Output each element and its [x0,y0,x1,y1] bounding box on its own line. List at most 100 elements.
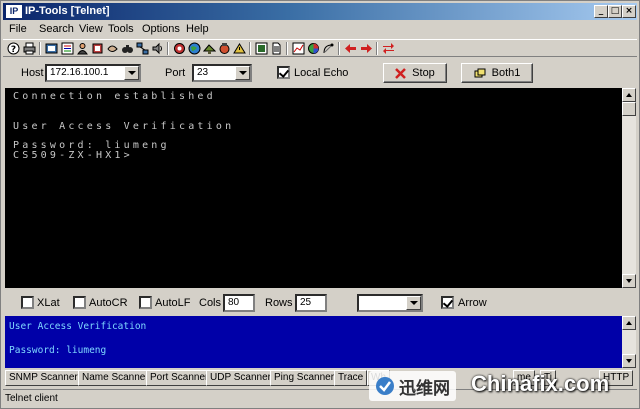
terminal-screen[interactable]: Connection established User Access Verif… [5,88,622,288]
network-icon[interactable] [135,41,150,56]
terminal-scrollbar[interactable] [622,88,636,288]
app-logo-icon: IP [6,5,22,18]
chevron-down-icon[interactable] [235,66,250,80]
host-label: Host [21,67,44,79]
menu-options[interactable]: Options [142,23,180,36]
cols-input[interactable]: 80 [223,294,255,312]
local-echo-checkbox[interactable] [277,66,290,79]
tab-udp-scanner[interactable]: UDP Scanner [206,370,275,386]
binoculars-icon[interactable] [120,41,135,56]
stop-button[interactable]: Stop [383,63,447,83]
terminal-line: User Access Verification [13,121,235,132]
svg-text:?: ? [11,45,16,55]
menu-view[interactable]: View [79,23,103,36]
toolbar: ? [3,39,637,57]
connections-icon[interactable] [60,41,75,56]
tab-ping-scanner[interactable]: Ping Scanner [270,370,339,386]
finger-icon[interactable] [105,41,120,56]
ping-icon[interactable] [202,41,217,56]
globe-icon[interactable] [187,41,202,56]
watermark-cn: 迅维网 [369,371,456,401]
terminal-type-combo[interactable] [357,294,423,312]
arrow-right-icon[interactable] [359,41,374,56]
host-combo[interactable]: 172.16.100.1 [45,64,141,82]
both-icon [474,68,486,77]
help-icon[interactable]: ? [6,41,21,56]
swap-icon[interactable] [381,41,396,56]
menu-search[interactable]: Search [39,23,74,36]
tab-snmp-scanner[interactable]: SNMP Scanner [5,370,82,386]
log-pane[interactable]: User Access Verification Password: liume… [5,316,622,368]
menu-tools[interactable]: Tools [108,23,134,36]
speaker-icon[interactable] [150,41,165,56]
port-combo[interactable]: 23 [192,64,252,82]
satellite-icon[interactable] [321,41,336,56]
stop-icon [395,67,407,79]
title-bar[interactable]: IP IP-Tools [Telnet] _ □ × [3,3,637,20]
arrow-checkbox[interactable] [441,296,454,309]
toolbar-separator [376,42,378,55]
log-line: User Access Verification [9,321,147,332]
phonebook-icon[interactable] [90,41,105,56]
terminal-line: Connection established [13,91,216,102]
print-icon[interactable] [22,41,37,56]
menu-bar: File Search View Tools Options Help [3,21,637,38]
scroll-up-icon[interactable] [622,316,636,330]
chevron-down-icon[interactable] [406,296,421,310]
rows-value: 25 [300,297,312,308]
terminal-options-bar: XLat AutoCR AutoLF Cols 80 Rows 25 Arrow [3,291,637,315]
toolbar-separator [338,42,340,55]
toolbar-separator [249,42,251,55]
monitor-icon[interactable] [254,41,269,56]
record-icon[interactable] [172,41,187,56]
autolf-label: AutoLF [155,297,191,309]
connection-bar: Host 172.16.100.1 Port 23 Local Echo Sto… [3,59,637,87]
tab-name-scanner[interactable]: Name Scanner [78,370,153,386]
users-icon[interactable] [75,41,90,56]
log-line: Password: liumeng [9,345,107,356]
document-icon[interactable] [269,41,284,56]
toolbar-separator [286,42,288,55]
local-echo-label: Local Echo [294,67,349,79]
menu-file[interactable]: File [9,23,27,36]
rows-label: Rows [265,297,293,309]
menu-help[interactable]: Help [186,23,209,36]
arrow-label: Arrow [458,297,487,309]
cols-value: 80 [228,297,240,308]
minimize-button[interactable]: _ [594,5,608,18]
log-scrollbar[interactable] [622,316,636,368]
toolbar-separator [167,42,169,55]
port-label: Port [165,67,186,79]
xlat-checkbox[interactable] [21,296,34,309]
status-text: Telnet client [5,393,58,404]
scroll-down-icon[interactable] [622,274,636,288]
port-value: 23 [197,67,209,78]
both-button[interactable]: Both1 [461,63,533,83]
scroll-up-icon[interactable] [622,88,636,102]
autocr-checkbox[interactable] [73,296,86,309]
chart-icon[interactable] [291,41,306,56]
window-title: IP-Tools [Telnet] [25,5,110,17]
tab-port-scanner[interactable]: Port Scanner [146,370,213,386]
cols-label: Cols [199,297,222,309]
tab-trace[interactable]: Trace [334,370,368,386]
maximize-button[interactable]: □ [608,5,622,18]
watermark-logo-icon [376,377,394,395]
toolbar-separator [39,42,41,55]
xlat-label: XLat [37,297,60,309]
stop-button-label: Stop [412,67,435,79]
rows-input[interactable]: 25 [295,294,327,312]
host-value: 172.16.100.1 [50,67,109,78]
close-button[interactable]: × [622,5,636,18]
scroll-down-icon[interactable] [622,354,636,368]
autolf-checkbox[interactable] [139,296,152,309]
trace-icon[interactable] [232,41,247,56]
mail-icon[interactable] [217,41,232,56]
arrow-left-icon[interactable] [343,41,358,56]
terminal-line: CS509-ZX-HX1> [13,150,133,161]
local-info-icon[interactable] [44,41,59,56]
chevron-down-icon[interactable] [124,66,139,80]
color-wheel-icon[interactable] [306,41,321,56]
scroll-thumb[interactable] [622,102,636,116]
watermark-en: Chinafix.com [471,371,610,396]
